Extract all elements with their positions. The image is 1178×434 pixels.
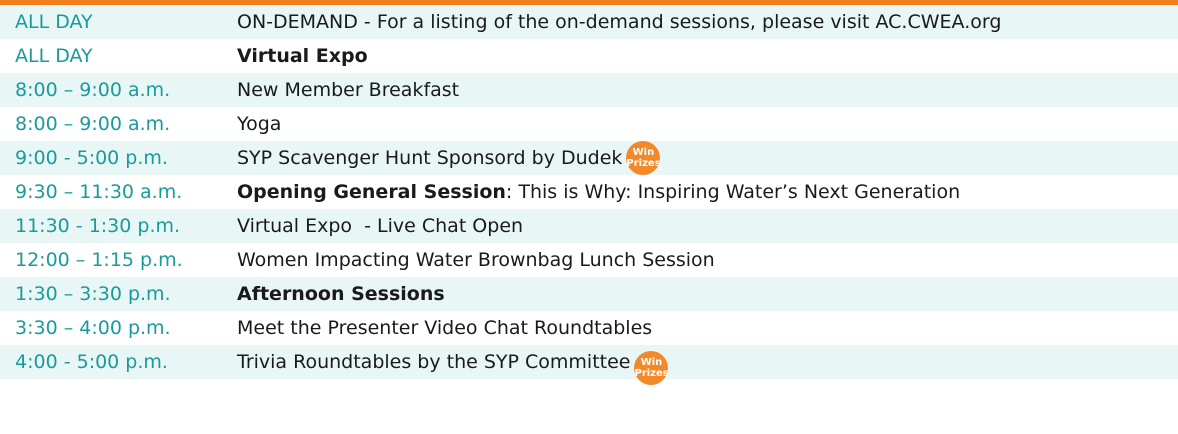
row-event: SYP Scavenger Hunt Sponsord by Dudek Win P… (237, 141, 661, 175)
row-event: ON-DEMAND - For a listing of the on-dema… (237, 5, 1001, 39)
event-text: Meet the Presenter Video Chat Roundtable… (237, 317, 653, 339)
row-time: 9:00 - 5:00 p.m. (15, 147, 168, 169)
row-event: New Member Breakfast (237, 73, 459, 107)
row-event: Opening General Session: This is Why: In… (237, 175, 960, 209)
schedule-row: 3:30 – 4:00 p.m. Meet the Presenter Vide… (0, 311, 1178, 345)
row-time: 9:30 – 11:30 a.m. (15, 181, 183, 203)
schedule-row: 8:00 – 9:00 a.m. New Member Breakfast (0, 73, 1178, 107)
badge-line2: Prizes (634, 368, 669, 379)
win-prizes-badge: Win Prizes (626, 141, 661, 175)
row-time: 12:00 – 1:15 p.m. (15, 249, 183, 271)
schedule-table: ALL DAY ON-DEMAND - For a listing of the… (0, 5, 1178, 385)
event-text: Yoga (237, 113, 282, 135)
schedule-row: ALL DAY Virtual Expo (0, 39, 1178, 73)
event-title-bold: Opening General Session (237, 181, 506, 203)
event-title-bold: Virtual Expo (237, 45, 368, 67)
schedule-row: 1:30 – 3:30 p.m. Afternoon Sessions (0, 277, 1178, 311)
event-text: : This is Why: Inspiring Water’s Next Ge… (505, 181, 961, 203)
event-text: SYP Scavenger Hunt Sponsord by Dudek (237, 147, 623, 169)
event-text: Virtual Expo - Live Chat Open (237, 215, 524, 237)
row-event: Virtual Expo - Live Chat Open (237, 209, 523, 243)
row-time: 11:30 - 1:30 p.m. (15, 215, 181, 237)
row-event: Afternoon Sessions (237, 277, 445, 311)
schedule-row: 8:00 – 9:00 a.m. Yoga (0, 107, 1178, 141)
row-time: ALL DAY (15, 11, 93, 33)
row-time: ALL DAY (15, 45, 93, 67)
row-event: Women Impacting Water Brownbag Lunch Ses… (237, 243, 715, 277)
win-prizes-badge: Win Prizes (634, 351, 669, 385)
schedule-row: 9:00 - 5:00 p.m. SYP Scavenger Hunt Spon… (0, 141, 1178, 175)
row-event: Meet the Presenter Video Chat Roundtable… (237, 311, 652, 345)
event-text: Trivia Roundtables by the SYP Committee (237, 351, 631, 373)
schedule-row: 12:00 – 1:15 p.m. Women Impacting Water … (0, 243, 1178, 277)
row-time: 1:30 – 3:30 p.m. (15, 283, 171, 305)
badge-line1: Win (632, 147, 655, 158)
schedule-row: 9:30 – 11:30 a.m. Opening General Sessio… (0, 175, 1178, 209)
badge-line1: Win (640, 357, 663, 368)
schedule-row: 11:30 - 1:30 p.m. Virtual Expo - Live Ch… (0, 209, 1178, 243)
event-text: ON-DEMAND - For a listing of the on-dema… (237, 11, 1002, 33)
schedule-row: ALL DAY ON-DEMAND - For a listing of the… (0, 5, 1178, 39)
row-time: 8:00 – 9:00 a.m. (15, 79, 171, 101)
row-event: Trivia Roundtables by the SYP Committee W… (237, 345, 669, 385)
row-event: Yoga (237, 107, 281, 141)
row-time: 3:30 – 4:00 p.m. (15, 317, 171, 339)
row-time: 8:00 – 9:00 a.m. (15, 113, 171, 135)
schedule-row: 4:00 - 5:00 p.m. Trivia Roundtables by t… (0, 345, 1178, 385)
badge-line2: Prizes (626, 158, 661, 169)
row-event: Virtual Expo (237, 39, 368, 73)
event-title-bold: Afternoon Sessions (237, 283, 445, 305)
row-time: 4:00 - 5:00 p.m. (15, 351, 168, 373)
event-text: New Member Breakfast (237, 79, 460, 101)
event-text: Women Impacting Water Brownbag Lunch Ses… (237, 249, 715, 271)
